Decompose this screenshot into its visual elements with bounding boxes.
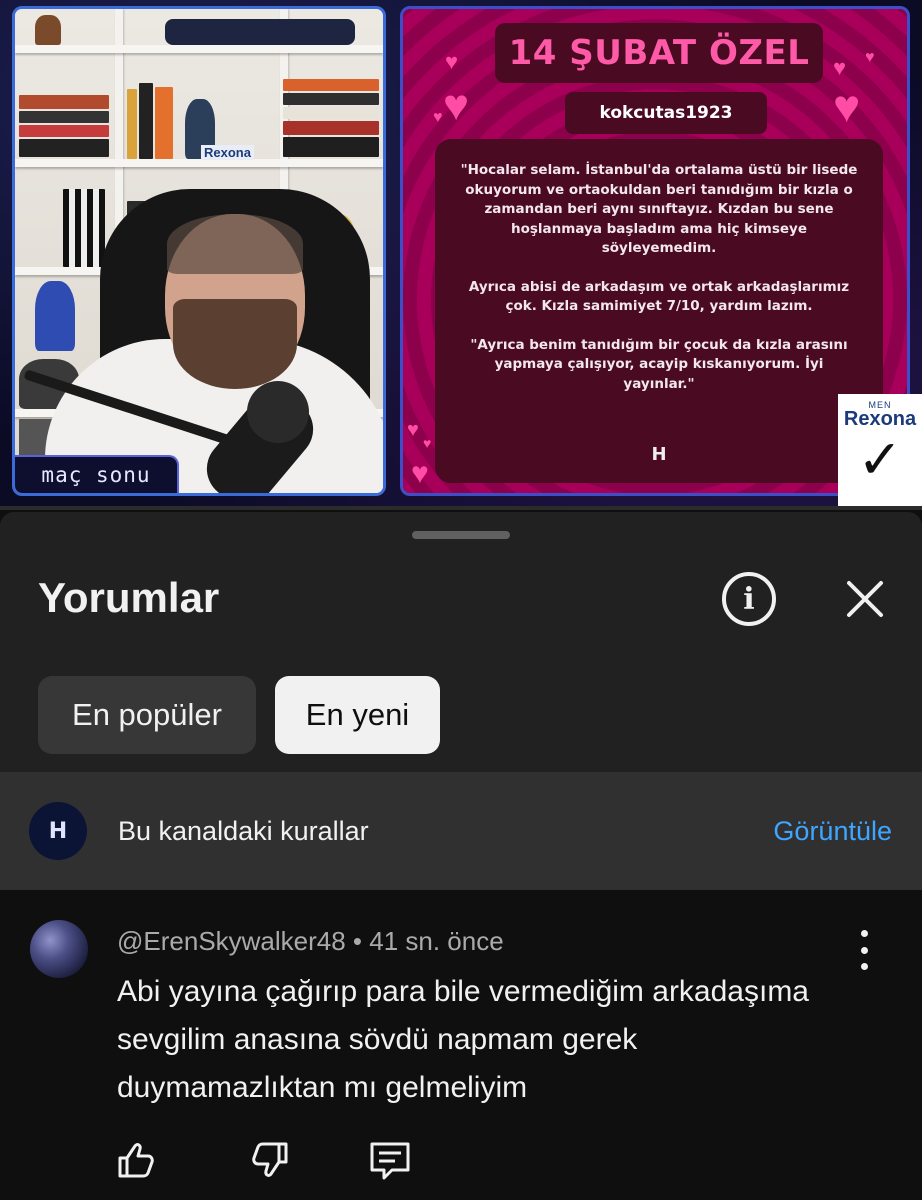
- shelf: [15, 159, 383, 167]
- more-options-button[interactable]: [852, 930, 876, 970]
- heart-icon: ♥: [833, 80, 861, 132]
- chip-en-yeni[interactable]: En yeni: [275, 676, 440, 754]
- sponsor-brand: Rexona: [843, 408, 917, 430]
- card-paragraph: "Ayrıca benim tanıdığım bir çocuk da kız…: [470, 336, 848, 392]
- card-username-box: kokcutas1923: [565, 92, 767, 134]
- book: [139, 83, 153, 159]
- jersey: [63, 189, 105, 267]
- car-model: [165, 19, 355, 45]
- heart-icon: ♥: [411, 457, 429, 490]
- streamer-hair: [167, 214, 303, 274]
- heart-icon: ♥: [445, 49, 459, 74]
- close-icon: [847, 581, 883, 617]
- shelf-rexona-label: Rexona: [201, 145, 254, 160]
- video-player[interactable]: Rexona maç sonu ♥ ♥ ♥ ♥ ♥ ♥ ♥ ♥ ♥ 14 ŞUB…: [0, 0, 922, 508]
- book: [283, 79, 379, 91]
- show-logo-text: maç sonu: [41, 463, 151, 487]
- book: [127, 89, 137, 159]
- shelf: [15, 45, 383, 53]
- reply-button[interactable]: [366, 1136, 414, 1184]
- microphone-grill: [247, 381, 309, 443]
- book: [283, 93, 379, 105]
- channel-logo-icon: H: [651, 444, 667, 465]
- dislike-icon: [252, 1142, 288, 1177]
- more-vert-icon: [860, 930, 868, 937]
- webcam-panel: Rexona maç sonu: [12, 6, 386, 496]
- book: [19, 111, 109, 123]
- card-message: "Hocalar selam. İstanbul'da ortalama üst…: [435, 139, 883, 483]
- heart-icon: ♥: [423, 435, 432, 451]
- card-title-box: 14 ŞUBAT ÖZEL: [495, 23, 823, 83]
- heart-icon: ♥: [833, 55, 847, 80]
- dislike-button[interactable]: [246, 1136, 294, 1184]
- like-button[interactable]: [112, 1136, 160, 1184]
- comment-meta[interactable]: @ErenSkywalker48 • 41 sn. önce: [117, 926, 504, 957]
- heart-icon: ♥: [443, 81, 470, 130]
- info-icon: i: [743, 581, 755, 617]
- book: [19, 95, 109, 109]
- comments-title: Yorumlar: [38, 574, 220, 621]
- book: [155, 87, 173, 159]
- comment-item: @ErenSkywalker48 • 41 sn. önce Abi yayın…: [0, 890, 922, 1200]
- card-username: kokcutas1923: [599, 103, 733, 123]
- like-icon: [118, 1143, 154, 1178]
- avatar[interactable]: [30, 920, 88, 978]
- card-paragraph: Ayrıca abisi de arkadaşım ve ortak arkad…: [468, 278, 850, 315]
- more-vert-icon-dot: [860, 946, 868, 954]
- book: [19, 125, 109, 137]
- book: [283, 107, 379, 119]
- question-card: ♥ ♥ ♥ ♥ ♥ ♥ ♥ ♥ ♥ 14 ŞUBAT ÖZEL kokcutas…: [400, 6, 910, 496]
- book: [19, 139, 109, 157]
- heart-icon: ♥: [407, 419, 419, 441]
- channel-rules-label: Bu kanaldaki kurallar: [118, 816, 369, 846]
- comments-sheet: Yorumlar i En popüler En yeni H Bu kanal…: [0, 512, 922, 1200]
- video-progress-bar[interactable]: [0, 506, 922, 510]
- chip-en-populer[interactable]: En popüler: [38, 676, 256, 754]
- more-vert-icon-dot: [860, 963, 868, 970]
- heart-icon: ♥: [433, 109, 443, 126]
- checkmark-icon: ✓: [857, 430, 903, 490]
- figurine: [35, 281, 75, 351]
- channel-rules-row[interactable]: H Bu kanaldaki kurallar Görüntüle: [0, 772, 922, 890]
- card-title: 14 ŞUBAT ÖZEL: [508, 33, 810, 73]
- reply-icon: [370, 1142, 410, 1180]
- channel-logo-icon: H: [48, 818, 68, 844]
- streamer-beard: [173, 299, 297, 389]
- book: [283, 137, 379, 157]
- view-rules-link[interactable]: Görüntüle: [773, 816, 892, 847]
- info-button[interactable]: i: [722, 572, 776, 626]
- heart-icon: ♥: [865, 49, 875, 66]
- close-button[interactable]: [840, 574, 890, 624]
- drag-handle[interactable]: [412, 531, 510, 539]
- comment-text: Abi yayına çağırıp para bile vermediğim …: [117, 975, 809, 1104]
- book: [283, 121, 379, 135]
- show-logo-badge: maç sonu: [15, 455, 179, 493]
- card-paragraph: "Hocalar selam. İstanbul'da ortalama üst…: [460, 162, 858, 256]
- channel-avatar: H: [29, 802, 87, 860]
- figurine: [35, 15, 61, 45]
- sponsor-badge: MEN Rexona ✓: [838, 394, 922, 506]
